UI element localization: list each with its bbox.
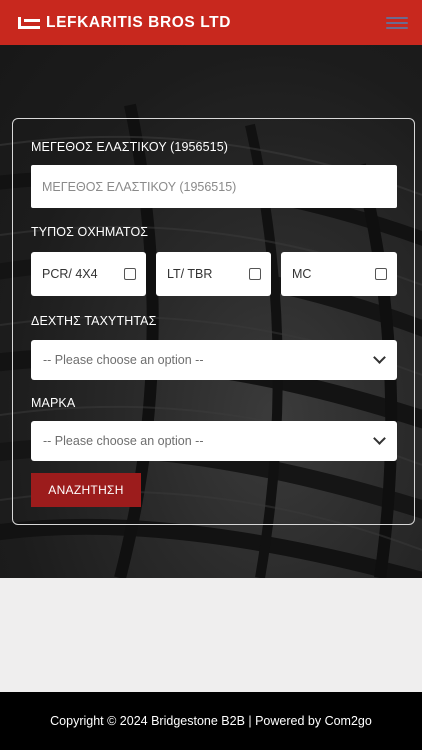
brand-mark-icon: [18, 16, 40, 29]
vehicle-type-lt-checkbox[interactable]: LT/ TBR: [156, 252, 271, 296]
chevron-down-icon: [373, 351, 386, 364]
speed-index-selected-value: -- Please choose an option --: [43, 353, 204, 367]
hamburger-menu-icon[interactable]: [386, 15, 408, 31]
vehicle-type-label: ΤΥΠΟΣ ΟΧΗΜΑΤΟΣ: [31, 225, 149, 239]
speed-index-label: ΔΕΧΤΗΣ ΤΑΧΥΤΗΤΑΣ: [31, 314, 157, 328]
checkbox-icon[interactable]: [124, 268, 136, 280]
brand-name: LEFKARITIS BROS LTD: [46, 13, 232, 31]
site-header: LEFKARITIS BROS LTD: [0, 0, 422, 45]
speed-index-select[interactable]: -- Please choose an option --: [31, 340, 397, 380]
vehicle-type-mc-checkbox[interactable]: MC: [281, 252, 397, 296]
brand-logo[interactable]: LEFKARITIS BROS LTD: [18, 14, 231, 32]
size-label: ΜΕΓΕΘΟΣ ΕΛΑΣΤΙΚΟΥ (1956515): [31, 140, 229, 154]
chevron-down-icon: [373, 432, 386, 445]
brand-label: ΜΑΡΚΑ: [31, 396, 76, 410]
hero-banner: ΜΕΓΕΘΟΣ ΕΛΑΣΤΙΚΟΥ (1956515) ΤΥΠΟΣ ΟΧΗΜΑΤ…: [0, 45, 422, 578]
site-footer: Copyright © 2024 Bridgestone B2B | Power…: [0, 692, 422, 750]
brand-select[interactable]: -- Please choose an option --: [31, 421, 397, 461]
vehicle-type-pcr-checkbox[interactable]: PCR/ 4X4: [31, 252, 146, 296]
tire-search-form: ΜΕΓΕΘΟΣ ΕΛΑΣΤΙΚΟΥ (1956515) ΤΥΠΟΣ ΟΧΗΜΑΤ…: [12, 118, 415, 525]
checkbox-icon[interactable]: [375, 268, 387, 280]
tire-size-input[interactable]: [31, 165, 397, 208]
vehicle-type-pcr-label: PCR/ 4X4: [42, 267, 98, 281]
checkbox-icon[interactable]: [249, 268, 261, 280]
copyright-text: Copyright © 2024 Bridgestone B2B | Power…: [50, 714, 372, 728]
search-button[interactable]: ΑΝΑΖΗΤΗΣΗ: [31, 473, 141, 507]
brand-selected-value: -- Please choose an option --: [43, 434, 204, 448]
vehicle-type-lt-label: LT/ TBR: [167, 267, 213, 281]
vehicle-type-mc-label: MC: [292, 267, 312, 281]
